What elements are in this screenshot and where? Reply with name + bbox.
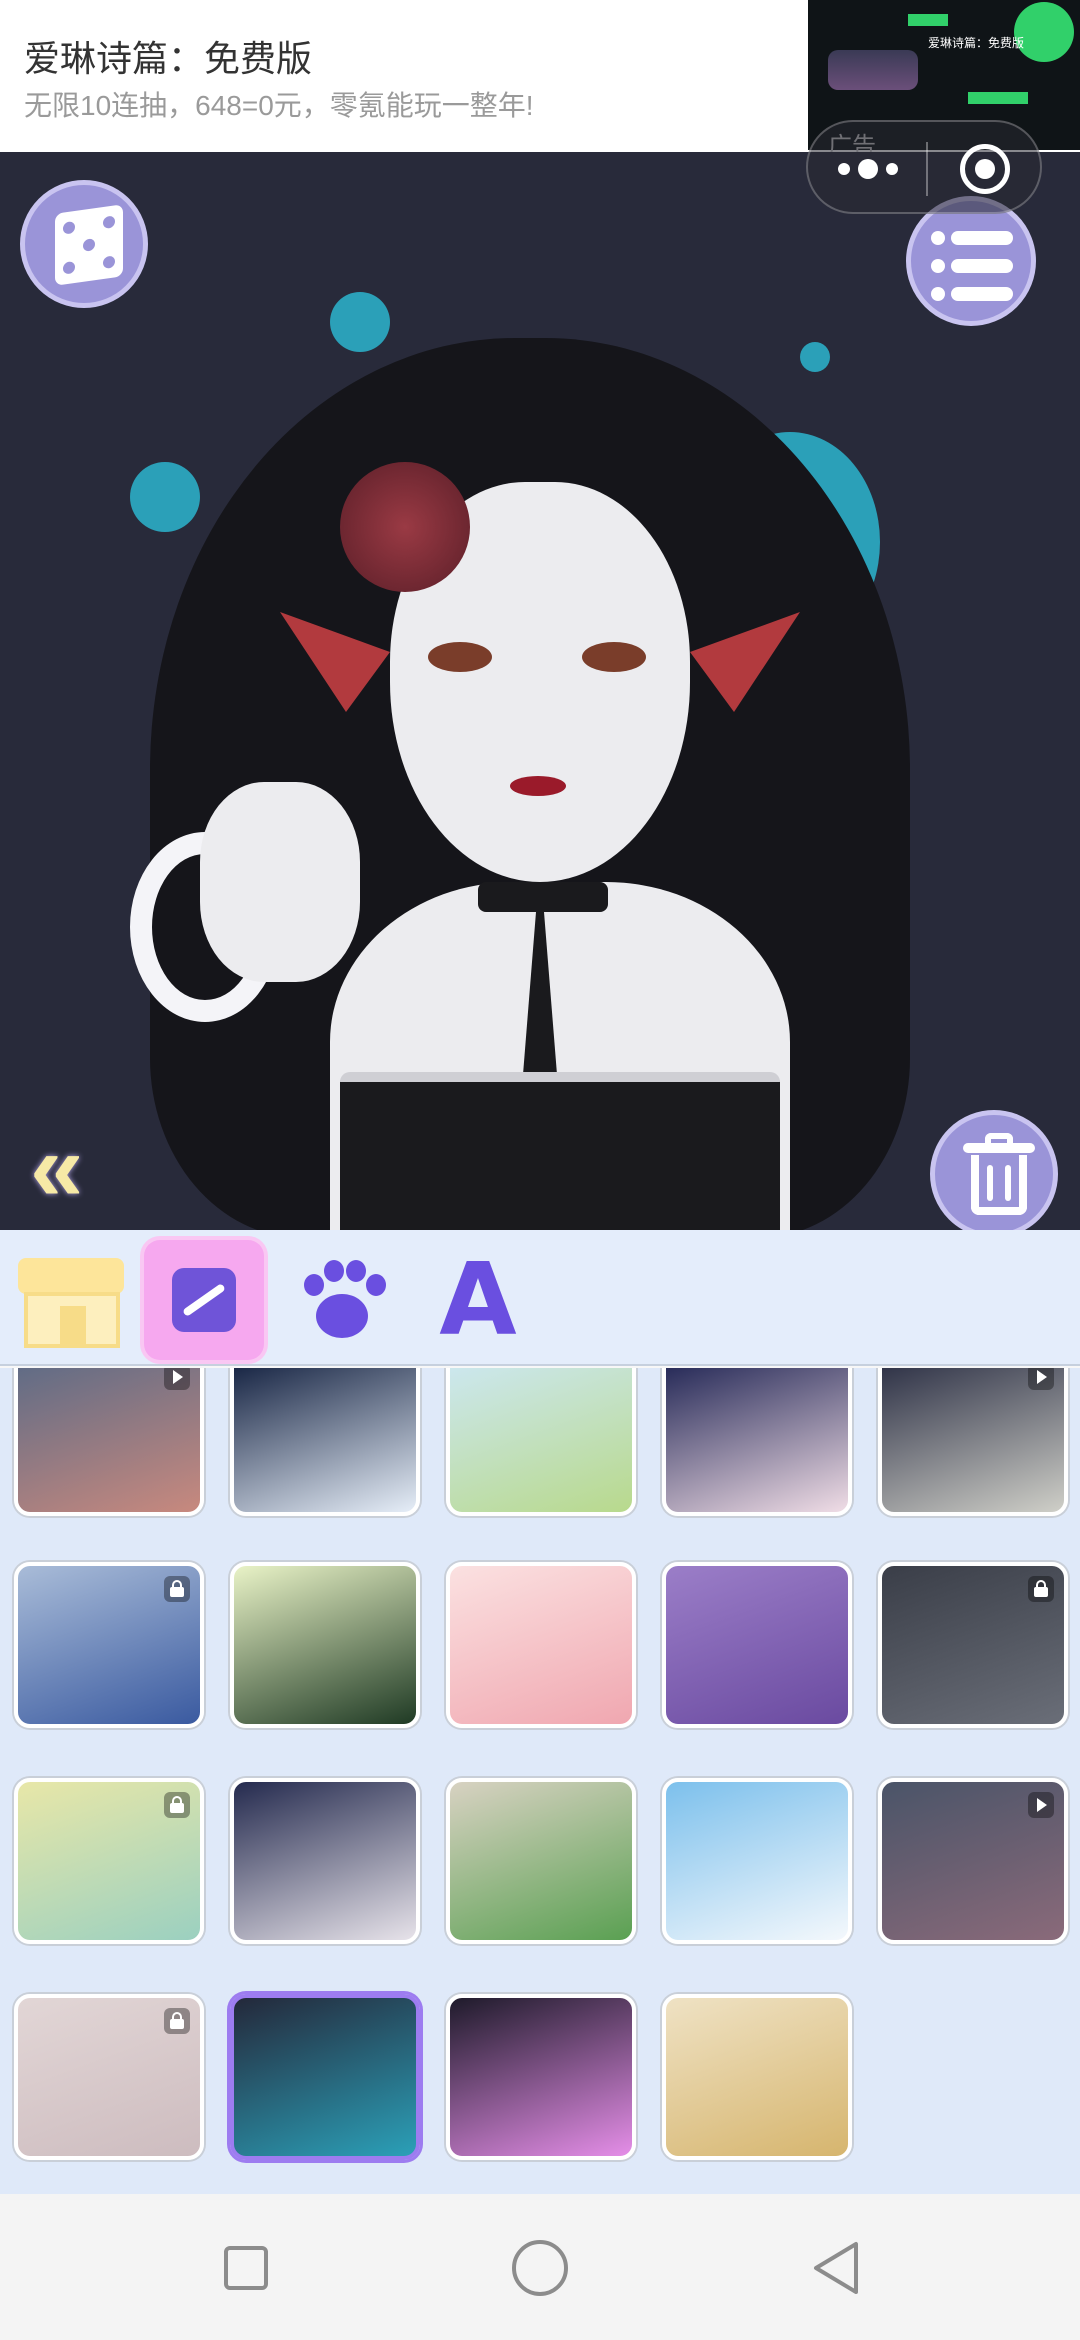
character-hand bbox=[200, 782, 360, 982]
ad-accent-bar bbox=[908, 14, 948, 26]
triangle-back-icon[interactable] bbox=[812, 2240, 860, 2296]
background-tile-teal-splash[interactable] bbox=[230, 1994, 420, 2160]
random-dice-button[interactable] bbox=[20, 180, 148, 308]
close-target-icon[interactable] bbox=[960, 144, 1010, 194]
character-dress bbox=[340, 1072, 780, 1230]
background-tile-bubbles[interactable] bbox=[446, 1994, 636, 2160]
ad-subtitle[interactable]: 无限10连抽，648=0元，零氪能玩一整年! bbox=[24, 84, 534, 124]
character-choker bbox=[478, 882, 608, 912]
tab-text[interactable]: A bbox=[418, 1240, 538, 1360]
background-tile-golden-koi[interactable] bbox=[14, 1778, 204, 1944]
paint-splash bbox=[800, 342, 830, 372]
background-tile-green-mountains[interactable] bbox=[230, 1562, 420, 1728]
background-tile-pink-dice[interactable] bbox=[446, 1562, 636, 1728]
background-tile-moon-starry[interactable] bbox=[662, 1368, 852, 1516]
background-tile-sky-clouds[interactable] bbox=[662, 1778, 852, 1944]
video-ad-icon bbox=[164, 1368, 190, 1390]
background-tile-full-moon[interactable] bbox=[230, 1368, 420, 1516]
background-tile-vine-wall[interactable] bbox=[446, 1778, 636, 1944]
character-lips bbox=[510, 776, 566, 796]
lock-icon bbox=[164, 1576, 190, 1602]
lock-icon bbox=[164, 2008, 190, 2034]
tab-background[interactable] bbox=[144, 1240, 264, 1360]
capsule-divider bbox=[926, 142, 928, 196]
ad-title[interactable]: 爱琳诗篇：免费版 bbox=[24, 30, 312, 82]
background-tile-pink-lace[interactable] bbox=[14, 1994, 204, 2160]
background-tile-purple-clouds[interactable] bbox=[662, 1562, 852, 1728]
circle-icon[interactable] bbox=[512, 2240, 568, 2296]
lock-icon bbox=[164, 1792, 190, 1818]
system-navbar bbox=[0, 2194, 1080, 2340]
background-tile-folding-fans[interactable] bbox=[662, 1994, 852, 2160]
background-tile-lotus-pond[interactable] bbox=[446, 1368, 636, 1516]
collapse-panel-button[interactable]: « bbox=[30, 1120, 140, 1216]
background-tile-gray-moon[interactable] bbox=[878, 1368, 1068, 1516]
rose-accessory bbox=[340, 462, 470, 592]
picture-icon bbox=[172, 1268, 236, 1332]
background-grid bbox=[0, 1368, 1080, 2194]
paint-splash bbox=[330, 292, 390, 352]
background-tile-dusk-clouds[interactable] bbox=[14, 1368, 204, 1516]
square-icon[interactable] bbox=[224, 2246, 268, 2290]
background-tile-spider-web[interactable] bbox=[878, 1562, 1068, 1728]
background-tile-blue-forest[interactable] bbox=[14, 1562, 204, 1728]
car-image bbox=[828, 50, 918, 90]
delete-button[interactable] bbox=[930, 1110, 1058, 1230]
video-ad-icon bbox=[1028, 1792, 1054, 1818]
layers-menu-button[interactable] bbox=[906, 196, 1036, 326]
paint-splash bbox=[130, 462, 200, 532]
character-eye bbox=[428, 642, 492, 672]
lock-icon bbox=[1028, 1576, 1054, 1602]
ad-badge-icon bbox=[1014, 2, 1074, 62]
category-tabs: A bbox=[0, 1230, 1080, 1366]
background-tile-dusk-blur[interactable] bbox=[878, 1778, 1068, 1944]
dice-icon bbox=[55, 204, 123, 286]
ad-thumb-caption: 爱琳诗篇：免费版 bbox=[928, 36, 1025, 50]
character-preview: « bbox=[0, 152, 1080, 1230]
character-eye bbox=[582, 642, 646, 672]
background-tile-night-waves[interactable] bbox=[230, 1778, 420, 1944]
video-ad-icon bbox=[1028, 1368, 1054, 1390]
tab-shop[interactable] bbox=[12, 1240, 132, 1360]
more-dots-icon[interactable] bbox=[838, 152, 898, 186]
ad-accent-bar bbox=[968, 92, 1028, 104]
tab-pet[interactable] bbox=[282, 1240, 402, 1360]
miniprogram-capsule bbox=[806, 120, 1042, 214]
